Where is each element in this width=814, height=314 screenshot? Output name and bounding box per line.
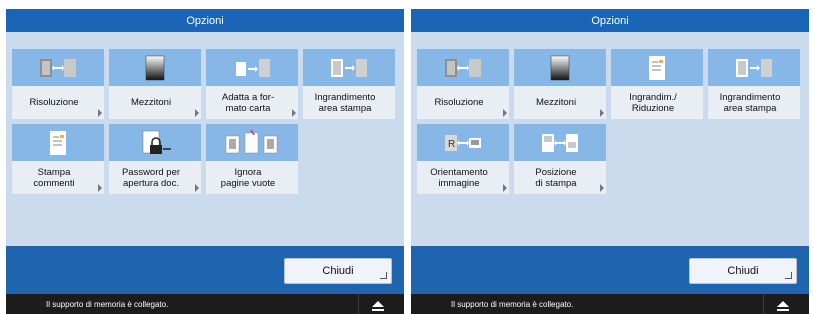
tile-stampa-commenti[interactable]: Stampa commenti: [12, 124, 104, 194]
tile-ingrandimento-area[interactable]: Ingrandimento area stampa: [303, 49, 395, 119]
submenu-arrow-icon: [98, 184, 102, 192]
tile-risoluzione[interactable]: Risoluzione: [417, 49, 509, 119]
status-bar: Il supporto di memoria è collegato.: [411, 294, 809, 314]
image-orientation-icon: R: [445, 134, 481, 151]
print-position-icon: [542, 133, 578, 152]
tile-label: Mezzitoni: [514, 86, 606, 119]
tile-label: Ingrandim./ Riduzione: [611, 86, 703, 119]
options-grid: Risoluzione Mezzitoni: [12, 49, 398, 194]
tile-label: Adatta a for- mato carta: [206, 86, 298, 119]
tile-label: Ingrandimento area stampa: [708, 86, 800, 119]
status-text: Il supporto di memoria è collegato.: [451, 299, 574, 309]
tile-label: Ingrandimento area stampa: [303, 86, 395, 119]
submenu-arrow-icon: [600, 109, 604, 117]
skip-blank-pages-icon: [225, 129, 278, 153]
halftone-icon: [145, 55, 165, 80]
submenu-arrow-icon: [503, 109, 507, 117]
print-comments-icon: [50, 130, 66, 155]
tile-ignora-pagine[interactable]: Ignora pagine vuote: [206, 124, 298, 194]
screen-title: Opzioni: [186, 14, 224, 27]
tile-mezzitoni[interactable]: Mezzitoni: [109, 49, 201, 119]
tile-label: Password per apertura doc.: [109, 161, 201, 194]
tile-label: Posizione di stampa: [514, 161, 606, 194]
resolution-icon: [40, 58, 76, 77]
svg-text:R: R: [448, 139, 455, 150]
screen-title: Opzioni: [591, 14, 629, 27]
submenu-arrow-icon: [600, 184, 604, 192]
tile-mezzitoni[interactable]: Mezzitoni: [514, 49, 606, 119]
eject-icon[interactable]: [372, 301, 384, 311]
tile-adatta-formato[interactable]: Adatta a for- mato carta: [206, 49, 298, 119]
tile-label: Orientamento immagine: [417, 161, 509, 194]
close-button[interactable]: Chiudi: [284, 258, 392, 284]
options-grid: Risoluzione Mezzitoni: [417, 49, 803, 194]
resolution-icon: [445, 58, 481, 77]
document-password-icon: [142, 130, 171, 154]
submenu-arrow-icon: [292, 109, 296, 117]
close-button[interactable]: Chiudi: [689, 258, 797, 284]
tile-ingrandimento-area[interactable]: Ingrandimento area stampa: [708, 49, 800, 119]
screens: Opzioni Risoluzione Mezzitoni Adatta a f…: [0, 0, 814, 314]
halftone-icon: [550, 55, 570, 80]
fit-to-paper-icon: [236, 58, 270, 77]
submenu-arrow-icon: [195, 109, 199, 117]
enlarge-print-area-icon: [331, 58, 367, 77]
status-divider: [763, 294, 764, 314]
submenu-arrow-icon: [195, 184, 199, 192]
enlarge-print-area-icon: [736, 58, 772, 77]
close-button-label: Chiudi: [727, 265, 759, 277]
tile-label: Risoluzione: [12, 86, 104, 119]
close-button-label: Chiudi: [322, 265, 354, 277]
corner-icon: [785, 272, 792, 279]
tile-posizione-stampa[interactable]: Posizione di stampa: [514, 124, 606, 194]
tile-label: Ignora pagine vuote: [206, 161, 298, 194]
eject-icon[interactable]: [777, 301, 789, 311]
tile-label: Mezzitoni: [109, 86, 201, 119]
tile-label: Stampa commenti: [12, 161, 104, 194]
status-bar: Il supporto di memoria è collegato.: [6, 294, 404, 314]
corner-icon: [380, 272, 387, 279]
submenu-arrow-icon: [98, 109, 102, 117]
submenu-arrow-icon: [503, 184, 507, 192]
tile-orientamento[interactable]: R Orientamento immagine: [417, 124, 509, 194]
tile-label: Risoluzione: [417, 86, 509, 119]
status-text: Il supporto di memoria è collegato.: [46, 299, 169, 309]
options-screen-left: Opzioni Risoluzione Mezzitoni Adatta a f…: [6, 9, 404, 314]
tile-ingrandim-riduzione[interactable]: Ingrandim./ Riduzione: [611, 49, 703, 119]
tile-password-doc[interactable]: Password per apertura doc.: [109, 124, 201, 194]
tile-risoluzione[interactable]: Risoluzione: [12, 49, 104, 119]
footer-bar: Chiudi: [6, 246, 404, 294]
footer-bar: Chiudi: [411, 246, 809, 294]
title-bar: Opzioni: [6, 9, 404, 32]
status-divider: [358, 294, 359, 314]
zoom-icon: [649, 55, 665, 80]
options-screen-right: Opzioni Risoluzione Mezzitoni Ingrandim.…: [411, 9, 809, 314]
title-bar: Opzioni: [411, 9, 809, 32]
